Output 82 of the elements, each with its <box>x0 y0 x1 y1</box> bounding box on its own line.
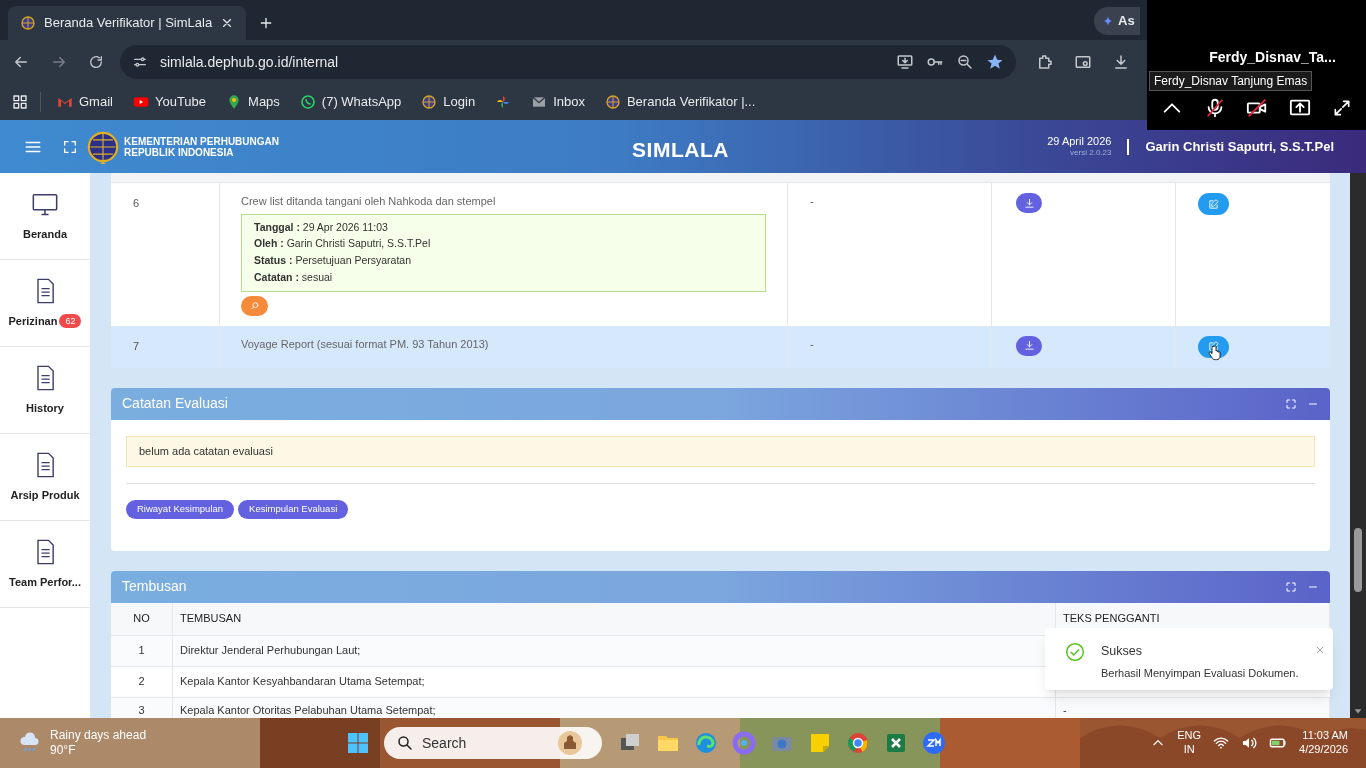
play-icon <box>132 94 149 110</box>
document-title: Voyage Report (sesuai format PM. 93 Tahun 2013) <box>241 336 489 352</box>
video-meeting-icon[interactable] <box>922 731 946 755</box>
table-cell: 1 <box>111 635 173 666</box>
install-icon[interactable] <box>896 53 914 71</box>
bookmark-link[interactable]: Gmail <box>53 88 117 116</box>
action-button[interactable]: Riwayat Kesimpulan <box>126 499 235 519</box>
windows-icon[interactable] <box>346 731 370 755</box>
participant-name: Ferdy_Disnav_Ta... <box>1209 48 1336 67</box>
zoom-icon[interactable] <box>956 53 974 71</box>
evaluation-note: belum ada catatan evaluasi <box>126 435 1315 467</box>
globe-icon <box>20 15 36 31</box>
edit-icon <box>1208 341 1219 352</box>
toast-message: Berhasil Menyimpan Evaluasi Dokumen. <box>1101 665 1299 681</box>
bookmark-link[interactable]: Beranda Verifikator |... <box>600 88 760 116</box>
download-button[interactable] <box>1016 193 1042 213</box>
edit-icon <box>1208 198 1219 210</box>
browser-tab[interactable]: Beranda Verifikator | SimLala <box>8 6 246 40</box>
table-cell: - <box>810 337 814 350</box>
review-line: Status : Persetujuan Persyaratan <box>254 253 412 268</box>
camera-off-icon[interactable] <box>1246 97 1269 119</box>
current-date: 29 April 2026 <box>1047 134 1112 149</box>
toast-title: Sukses <box>1101 643 1143 660</box>
ministry-emblem-icon <box>86 129 120 164</box>
download-button[interactable] <box>1016 335 1042 356</box>
user-name[interactable]: Garin Christi Saputri, S.S.T.Pel <box>1145 136 1334 157</box>
review-line: Tanggal : 29 Apr 2026 11:03 <box>254 219 389 235</box>
row-number: 6 <box>133 197 140 209</box>
language-indicator[interactable]: ENG IN <box>1177 729 1202 757</box>
sparkle-icon <box>1102 15 1114 27</box>
globe-icon <box>604 94 621 110</box>
version-label: versi 2.0.23 <box>1070 148 1112 159</box>
extensions-icon[interactable] <box>1036 53 1054 71</box>
table-cell: 2 <box>111 666 173 697</box>
address-field[interactable]: simlala.dephub.go.id/internal <box>120 45 1016 79</box>
bookmark-link[interactable]: Login <box>417 88 480 116</box>
spreadsheet-icon[interactable] <box>884 731 908 755</box>
wifi-icon[interactable] <box>1213 735 1230 751</box>
download-icon <box>1023 340 1035 351</box>
organization-country: REPUBLIK INDONESIA <box>124 146 235 158</box>
download-icon[interactable] <box>1112 53 1130 71</box>
download-icon <box>1023 197 1035 209</box>
bookmark-link[interactable]: Maps <box>222 88 284 116</box>
scrollbar-thumb[interactable] <box>1354 528 1362 592</box>
tooltip: Ferdy_Disnav Tanjung Emas <box>1149 71 1313 91</box>
envelope-icon <box>531 94 548 110</box>
edit-button[interactable] <box>1198 193 1229 215</box>
bookmark-link[interactable]: (7) WhatsApp <box>295 88 406 116</box>
apps-grid-icon[interactable] <box>12 94 28 110</box>
search-field[interactable]: Search <box>384 727 602 759</box>
globe-icon <box>421 94 438 110</box>
document-title: Crew list ditanda tangani oleh Nahkoda dan stempel <box>241 194 496 209</box>
review-line: Catatan : sesuai <box>254 269 334 285</box>
scroll-down-icon[interactable] <box>1353 706 1363 716</box>
scrollbar[interactable] <box>1350 173 1366 718</box>
review-line: Oleh : Garin Christi Saputri, S.S.T.Pel <box>254 236 432 252</box>
tab-search-icon[interactable] <box>1074 53 1092 71</box>
search-icon <box>396 734 414 752</box>
speaker-icon[interactable] <box>1241 735 1258 751</box>
fullscreen-icon[interactable] <box>62 138 78 155</box>
count-badge: 62 <box>59 314 82 328</box>
search-icon <box>249 300 260 311</box>
pinwheel-icon[interactable] <box>495 94 512 110</box>
card-title: Tembusan <box>122 577 188 596</box>
reload-icon[interactable] <box>88 54 104 70</box>
chrome-icon[interactable] <box>846 731 870 755</box>
organization-name: KEMENTERIAN PERHUBUNGAN <box>124 135 279 147</box>
column-header: NO <box>111 602 173 635</box>
row-number: 7 <box>133 339 140 352</box>
card-title: Catatan Evaluasi <box>122 394 229 413</box>
app-title: SIMLALA <box>632 137 729 163</box>
bookmark-link[interactable]: YouTube <box>128 88 211 116</box>
site-settings-icon[interactable] <box>132 54 148 70</box>
chat-icon <box>299 94 316 110</box>
sidebar-tab-button[interactable]: As <box>1094 7 1140 35</box>
new-tab-icon[interactable] <box>258 15 274 31</box>
star-icon[interactable] <box>986 53 1004 71</box>
table-cell: - <box>810 195 814 207</box>
action-button[interactable]: Kesimpulan Evaluasi <box>238 499 349 519</box>
clock[interactable]: 11:03 AM 4/29/2026 <box>1299 729 1348 757</box>
bookmark-link[interactable]: Inbox <box>527 88 589 116</box>
check-circle-icon <box>1065 642 1085 662</box>
